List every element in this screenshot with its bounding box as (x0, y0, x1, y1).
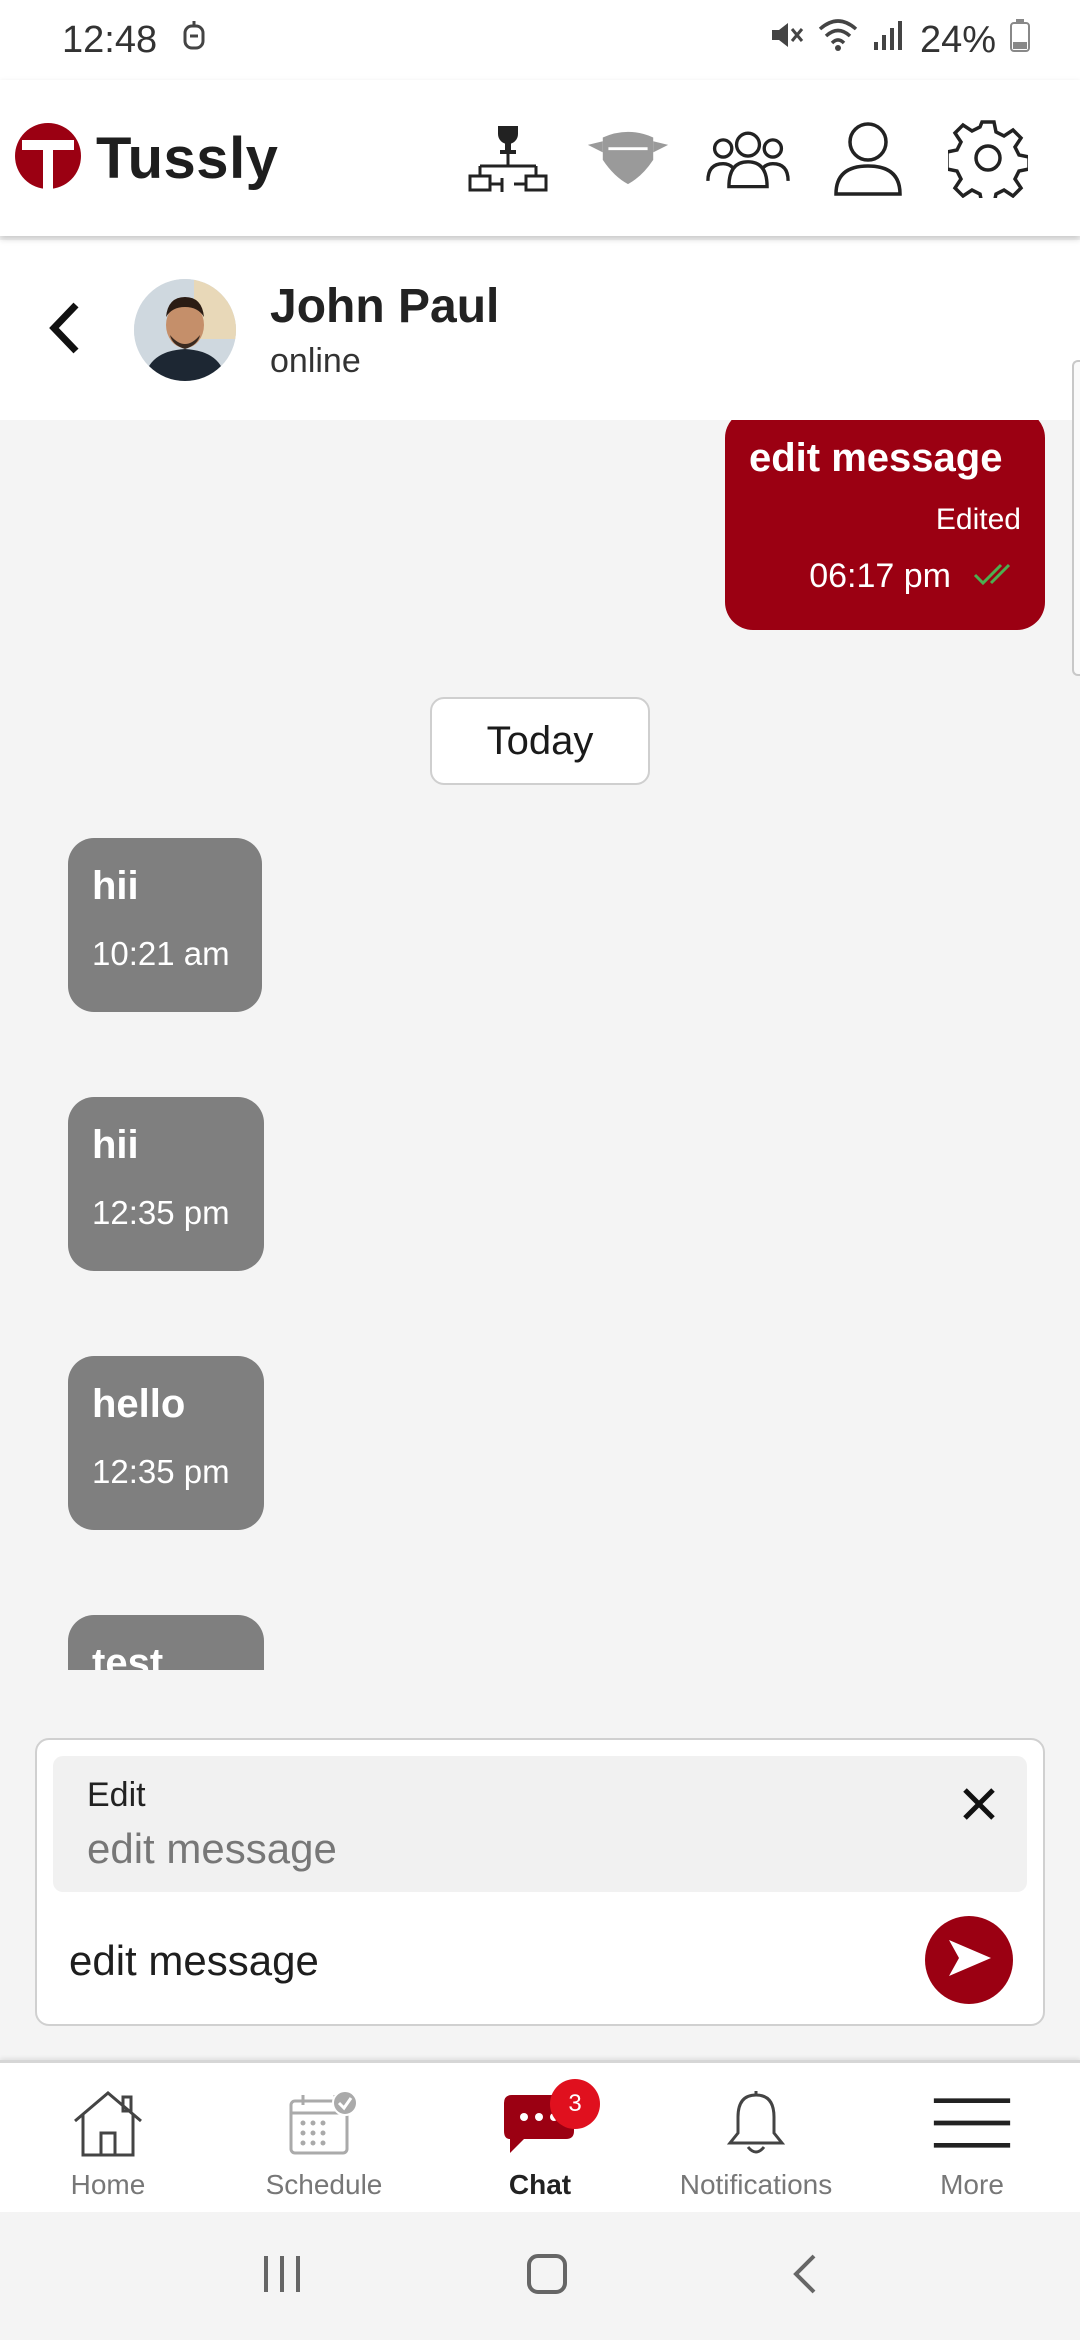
edit-label: Edit (87, 1776, 146, 1814)
profile-icon[interactable] (826, 116, 910, 200)
nav-more[interactable]: More (864, 2063, 1080, 2212)
double-check-icon (973, 557, 1021, 596)
message-list[interactable]: edit message Edited 06:17 pm Today hii 1… (0, 420, 1080, 1670)
message-text: hello (92, 1382, 186, 1426)
bell-icon (716, 2087, 796, 2159)
tussly-logo-icon (14, 122, 82, 195)
menu-icon (932, 2087, 1012, 2159)
system-navigation (0, 2212, 1080, 2340)
back-nav-button[interactable] (790, 2252, 820, 2301)
brand[interactable]: Tussly (14, 122, 278, 195)
chevron-left-icon (46, 301, 82, 360)
contact-status: online (270, 342, 361, 380)
received-message-bubble[interactable]: hii 12:35 pm (68, 1097, 264, 1271)
home-button[interactable] (525, 2252, 569, 2301)
message-text: edit message (749, 436, 1003, 480)
team-icon[interactable] (706, 116, 790, 200)
date-divider: Today (430, 697, 650, 785)
nav-label: More (940, 2169, 1004, 2200)
bottom-navigation: Home Schedule 3 Chat Notifications More (0, 2060, 1080, 2212)
nav-label: Schedule (265, 2169, 383, 2200)
app-header: Tussly (0, 80, 1080, 236)
message-composer: Edit edit message (35, 1738, 1045, 2026)
send-icon (945, 1938, 993, 1983)
nav-home[interactable]: Home (0, 2063, 216, 2212)
unread-badge: 3 (550, 2079, 600, 2129)
message-time: 12:35 pm (92, 1453, 230, 1490)
chat-contact-bar: John Paul online (0, 240, 1080, 420)
sent-message-bubble[interactable]: edit message Edited 06:17 pm (725, 420, 1045, 630)
calendar-icon (284, 2087, 364, 2159)
wifi-icon (818, 17, 858, 63)
nav-label: Notifications (679, 2169, 833, 2200)
notification-icon (179, 18, 209, 62)
message-text: hii (92, 1123, 139, 1167)
shield-icon[interactable] (586, 116, 670, 200)
battery-percent: 24% (919, 18, 996, 61)
send-button[interactable] (925, 1916, 1013, 2004)
cancel-edit-button[interactable] (951, 1778, 1007, 1834)
edit-preview: Edit edit message (53, 1756, 1027, 1892)
contact-avatar[interactable] (134, 279, 236, 381)
tournament-bracket-icon[interactable] (466, 116, 550, 200)
scrollbar[interactable] (1072, 360, 1080, 676)
edited-label: Edited (935, 503, 1021, 536)
contact-name: John Paul (270, 280, 500, 333)
signal-icon (872, 18, 906, 62)
message-input[interactable] (69, 1926, 909, 1996)
received-message-bubble[interactable]: test (68, 1615, 264, 1670)
message-time: 10:21 am (92, 935, 230, 972)
message-text: test (92, 1641, 164, 1670)
message-time: 12:35 pm (92, 1194, 230, 1231)
close-icon (961, 1786, 997, 1827)
nav-label: Home (70, 2169, 146, 2200)
recent-apps-button[interactable] (260, 2254, 304, 2299)
back-button[interactable] (34, 300, 94, 360)
nav-notifications[interactable]: Notifications (648, 2063, 864, 2212)
nav-label: Chat (508, 2169, 572, 2200)
nav-schedule[interactable]: Schedule (216, 2063, 432, 2212)
battery-icon (1010, 18, 1030, 62)
status-time: 12:48 (62, 18, 158, 61)
app-name: Tussly (96, 125, 279, 191)
status-bar: 12:48 24% (0, 0, 1080, 80)
mute-icon (768, 17, 804, 63)
message-time: 06:17 pm (809, 557, 951, 595)
received-message-bubble[interactable]: hii 10:21 am (68, 838, 262, 1012)
edit-original-text: edit message (87, 1825, 337, 1872)
settings-gear-icon[interactable] (946, 116, 1030, 200)
message-text: hii (92, 864, 139, 908)
received-message-bubble[interactable]: hello 12:35 pm (68, 1356, 264, 1530)
home-icon (68, 2087, 148, 2159)
nav-chat[interactable]: 3 Chat (432, 2063, 648, 2212)
